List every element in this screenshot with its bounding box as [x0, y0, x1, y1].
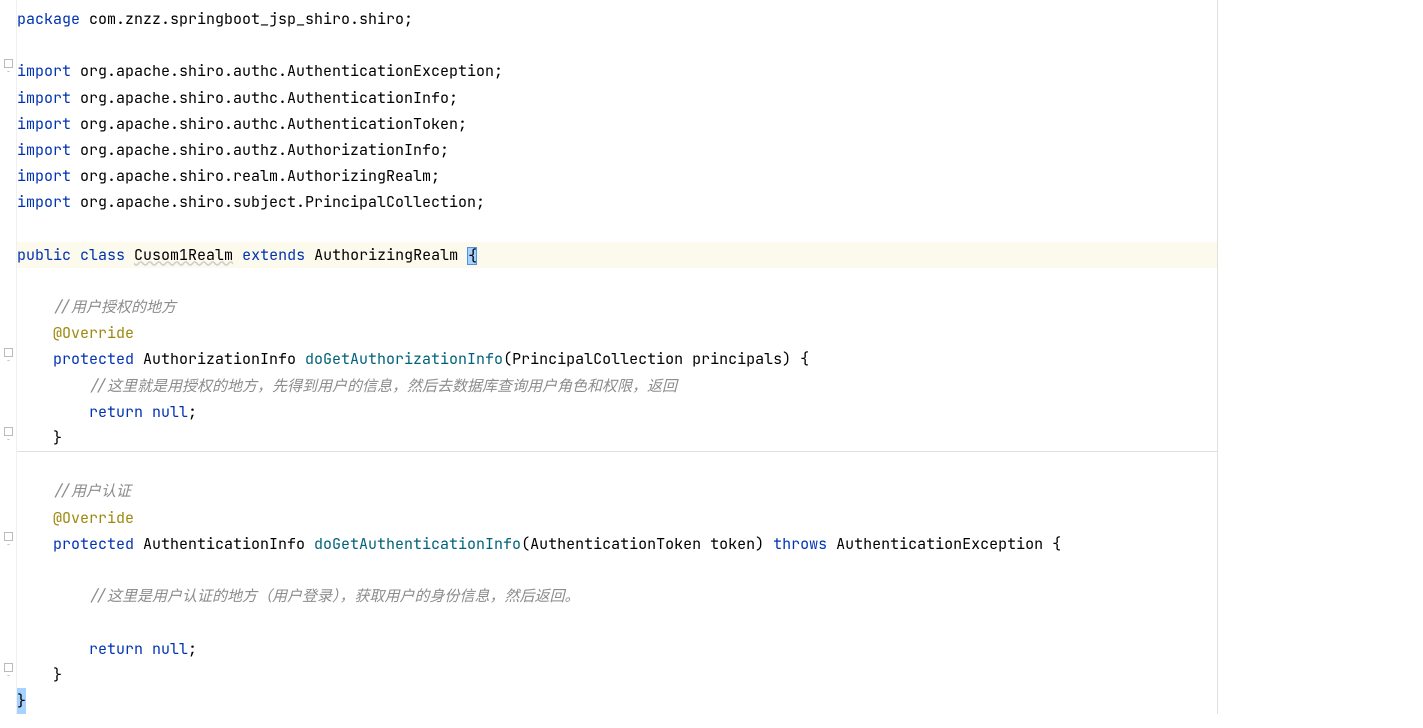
code-line[interactable]: import org.apache.shiro.realm.Authorizin…: [17, 163, 1217, 189]
import-path: org.apache.shiro.subject.PrincipalCollec…: [71, 192, 485, 212]
code-line[interactable]: [17, 216, 1217, 242]
keyword: import: [17, 88, 71, 108]
cursor-brace: {: [467, 247, 477, 265]
code-line[interactable]: @Override: [17, 505, 1217, 531]
semicolon: ;: [188, 402, 197, 422]
code-line[interactable]: //用户授权的地方: [17, 294, 1217, 320]
fold-icon[interactable]: −: [4, 59, 13, 68]
scrollbar-track[interactable]: [1218, 0, 1230, 714]
code-line[interactable]: protected AuthorizationInfo doGetAuthori…: [17, 346, 1217, 372]
code-line[interactable]: //这里就是用授权的地方，先得到用户的信息，然后去数据库查询用户角色和权限，返回: [17, 373, 1217, 399]
code-line[interactable]: [17, 557, 1217, 583]
import-path: org.apache.shiro.authz.AuthorizationInfo…: [71, 140, 449, 160]
close-brace: }: [53, 665, 62, 685]
fold-icon[interactable]: −: [4, 663, 13, 672]
keyword: import: [17, 192, 71, 212]
code-line[interactable]: package com.znzz.springboot_jsp_shiro.sh…: [17, 6, 1217, 32]
keyword: class: [71, 245, 125, 265]
keyword: import: [17, 166, 71, 186]
code-line[interactable]: import org.apache.shiro.authc.Authentica…: [17, 58, 1217, 84]
import-path: org.apache.shiro.realm.AuthorizingRealm;: [71, 166, 440, 186]
code-line[interactable]: protected AuthenticationInfo doGetAuthen…: [17, 531, 1217, 557]
throws-type: AuthenticationException {: [827, 534, 1061, 554]
code-line[interactable]: //用户认证: [17, 478, 1217, 504]
editor-gutter: − − − − −: [0, 0, 17, 714]
close-brace: }: [53, 428, 62, 448]
fold-icon[interactable]: −: [4, 348, 13, 357]
keyword: import: [17, 140, 71, 160]
code-line[interactable]: }: [17, 425, 1217, 451]
class-name: Cusom1Realm: [134, 245, 233, 265]
keyword: import: [17, 114, 71, 134]
import-path: org.apache.shiro.authc.AuthenticationInf…: [71, 88, 458, 108]
keyword: return: [89, 639, 143, 659]
code-line[interactable]: import org.apache.shiro.authc.Authentica…: [17, 85, 1217, 111]
import-path: org.apache.shiro.authc.AuthenticationTok…: [71, 114, 467, 134]
comment: //这里就是用授权的地方，先得到用户的信息，然后去数据库查询用户角色和权限，返回: [89, 376, 677, 396]
code-line[interactable]: [17, 268, 1217, 294]
return-type: AuthorizationInfo: [134, 349, 305, 369]
code-line[interactable]: import org.apache.shiro.subject.Principa…: [17, 189, 1217, 215]
keyword: protected: [53, 349, 134, 369]
keyword: null: [143, 639, 188, 659]
package-path: com.znzz.springboot_jsp_shiro.shiro;: [80, 9, 413, 29]
superclass: AuthorizingRealm: [305, 245, 467, 265]
semicolon: ;: [188, 639, 197, 659]
code-editor[interactable]: package com.znzz.springboot_jsp_shiro.sh…: [17, 0, 1218, 714]
code-line[interactable]: import org.apache.shiro.authz.Authorizat…: [17, 137, 1217, 163]
code-line[interactable]: return null;: [17, 399, 1217, 425]
keyword: public: [17, 245, 71, 265]
code-line[interactable]: }: [17, 688, 1217, 714]
keyword: protected: [53, 534, 134, 554]
method-name: doGetAuthenticationInfo: [314, 534, 521, 554]
keyword: null: [143, 402, 188, 422]
method-name: doGetAuthorizationInfo: [305, 349, 503, 369]
keyword: package: [17, 9, 80, 29]
keyword: extends: [242, 245, 305, 265]
comment: //这里是用户认证的地方（用户登录），获取用户的身份信息，然后返回。: [89, 586, 580, 606]
fold-icon[interactable]: −: [4, 532, 13, 541]
code-line[interactable]: return null;: [17, 636, 1217, 662]
code-line[interactable]: //这里是用户认证的地方（用户登录），获取用户的身份信息，然后返回。: [17, 583, 1217, 609]
code-line[interactable]: import org.apache.shiro.authc.Authentica…: [17, 111, 1217, 137]
method-params: (AuthenticationToken token): [521, 534, 773, 554]
keyword: return: [89, 402, 143, 422]
comment: //用户认证: [53, 481, 131, 501]
import-path: org.apache.shiro.authc.AuthenticationExc…: [71, 61, 503, 81]
code-line[interactable]: [17, 452, 1217, 478]
keyword: import: [17, 61, 71, 81]
annotation: @Override: [53, 508, 134, 528]
keyword: throws: [773, 534, 827, 554]
comment: //用户授权的地方: [53, 297, 176, 317]
matching-brace: }: [17, 688, 26, 714]
method-params: (PrincipalCollection principals) {: [503, 349, 809, 369]
code-line-active[interactable]: public class Cusom1Realm extends Authori…: [17, 242, 1217, 268]
return-type: AuthenticationInfo: [134, 534, 314, 554]
fold-icon[interactable]: −: [4, 427, 13, 436]
code-line[interactable]: }: [17, 662, 1217, 688]
code-line[interactable]: @Override: [17, 320, 1217, 346]
code-line[interactable]: [17, 32, 1217, 58]
annotation: @Override: [53, 323, 134, 343]
code-line[interactable]: [17, 609, 1217, 635]
